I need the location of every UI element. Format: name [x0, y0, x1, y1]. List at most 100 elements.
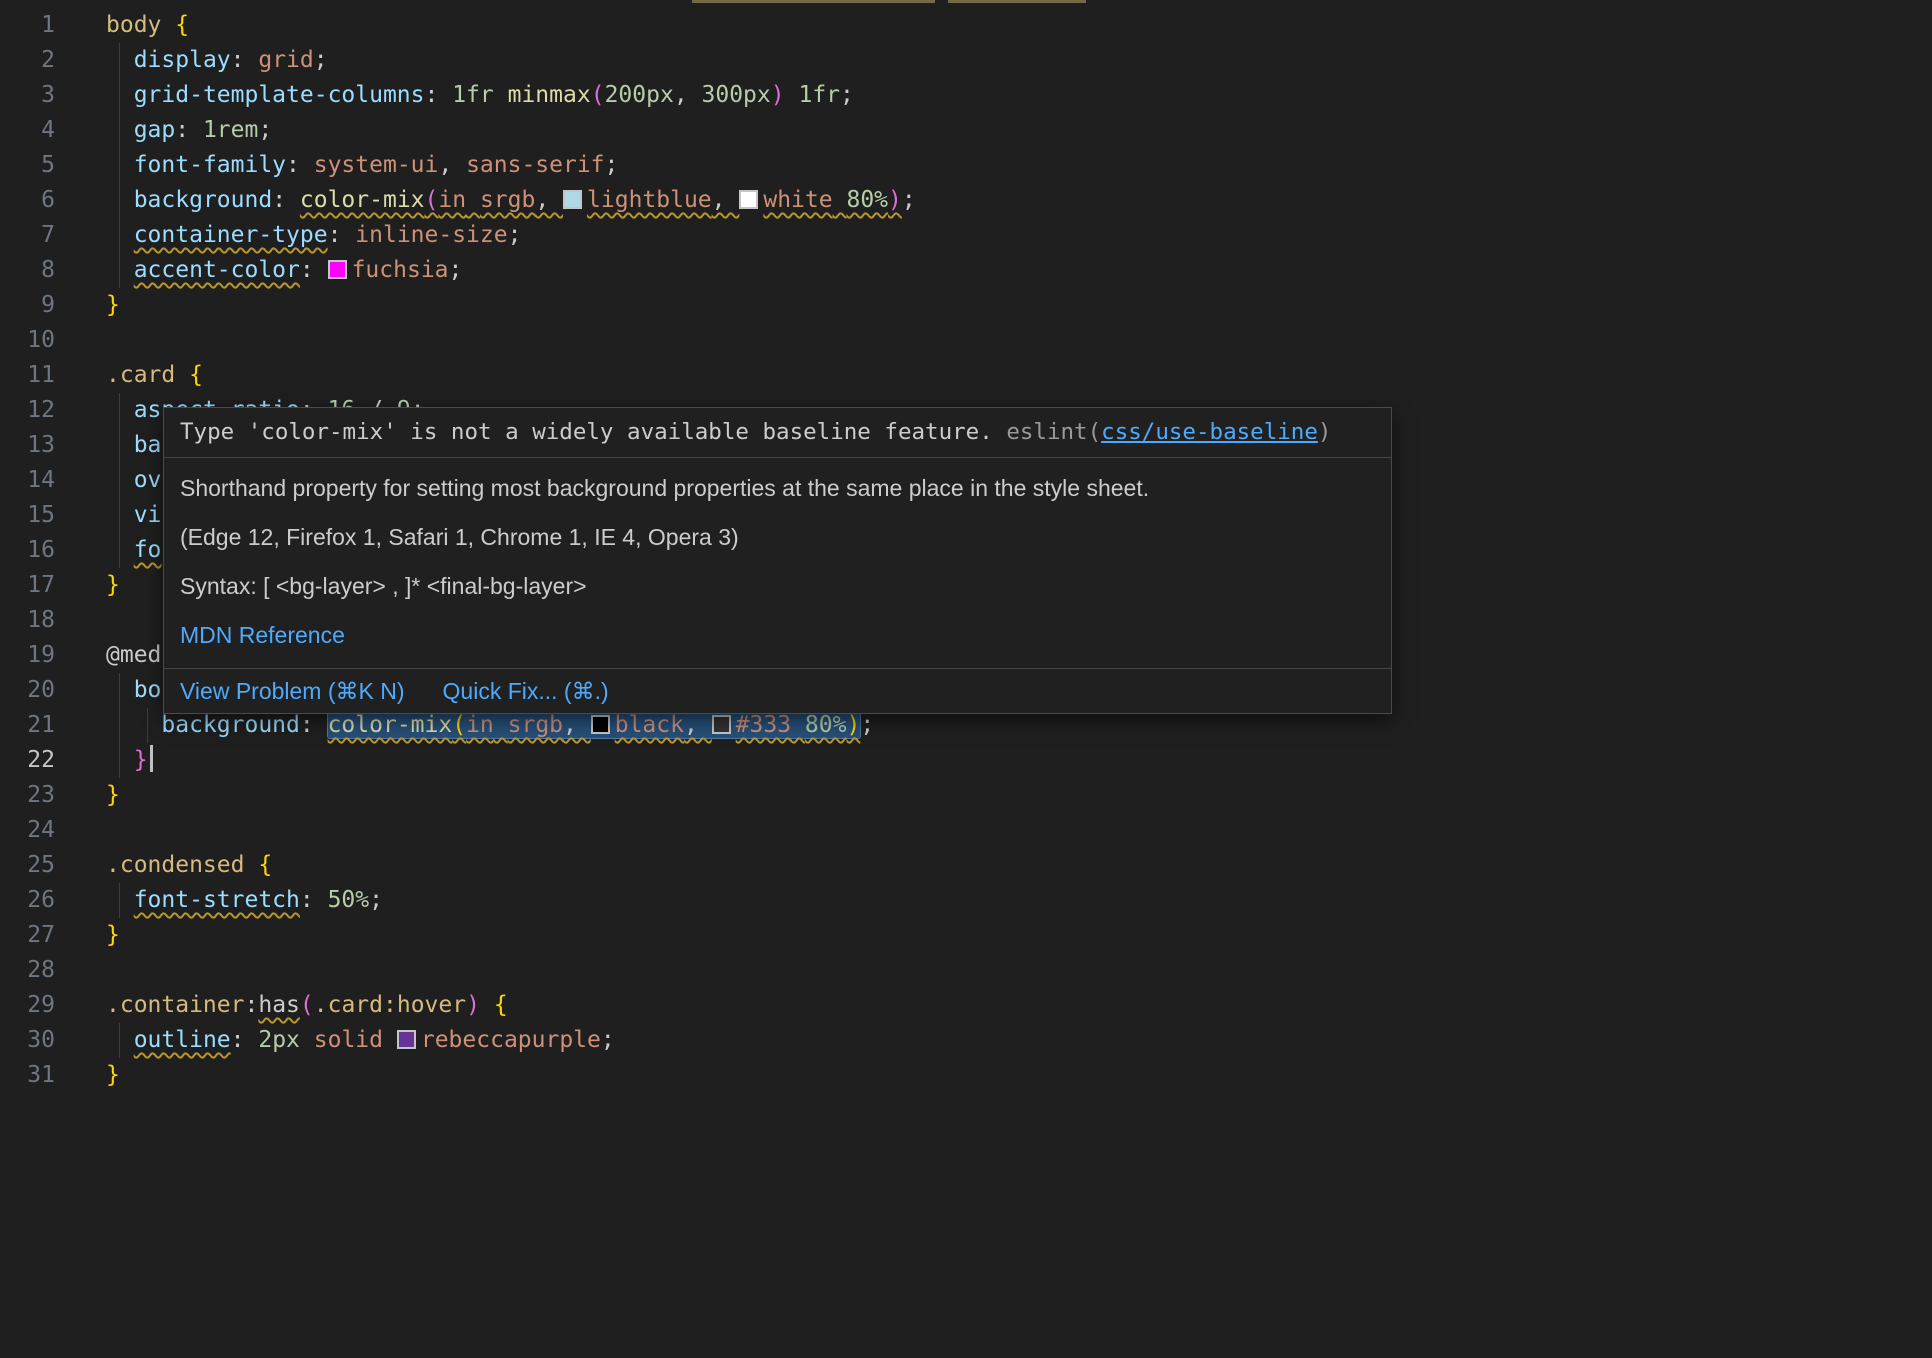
code-line[interactable]: 28 [0, 953, 1932, 988]
code-line[interactable]: 22 } [0, 743, 1932, 778]
line-number[interactable]: 10 [0, 323, 55, 358]
code-token: 1fr [452, 82, 494, 108]
hover-diagnostic-row: Type 'color-mix' is not a widely availab… [164, 408, 1391, 458]
code-line[interactable]: 10 [0, 323, 1932, 358]
line-number[interactable]: 16 [0, 533, 55, 568]
code-line[interactable]: 6 background: color-mix(in srgb, lightbl… [0, 183, 1932, 218]
line-number[interactable]: 14 [0, 463, 55, 498]
code-line[interactable]: 5 font-family: system-ui, sans-serif; [0, 148, 1932, 183]
code-token: display [134, 47, 231, 73]
code-content: } [55, 743, 153, 778]
code-token: color-mix [300, 187, 425, 213]
line-number[interactable]: 6 [0, 183, 55, 218]
line-number[interactable]: 23 [0, 778, 55, 813]
indent-guide [119, 533, 120, 568]
code-content: .card { [55, 358, 203, 393]
line-number[interactable]: 2 [0, 43, 55, 78]
code-token: ; [258, 117, 272, 143]
code-token: ; [601, 1027, 615, 1053]
indent-guide [119, 708, 120, 743]
line-number[interactable]: 25 [0, 848, 55, 883]
line-number[interactable]: 8 [0, 253, 55, 288]
line-number[interactable]: 31 [0, 1058, 55, 1093]
line-number[interactable]: 13 [0, 428, 55, 463]
line-number[interactable]: 19 [0, 638, 55, 673]
code-line[interactable]: 27} [0, 918, 1932, 953]
line-number[interactable]: 17 [0, 568, 55, 603]
code-token: solid [314, 1027, 383, 1053]
view-problem-action[interactable]: View Problem (⌘K N) [180, 678, 405, 705]
line-number[interactable]: 3 [0, 78, 55, 113]
line-number[interactable]: 26 [0, 883, 55, 918]
line-number[interactable]: 12 [0, 393, 55, 428]
line-number[interactable]: 18 [0, 603, 55, 638]
code-token: .condensed [106, 852, 258, 878]
line-number[interactable]: 9 [0, 288, 55, 323]
line-number[interactable]: 5 [0, 148, 55, 183]
code-token: font-family [134, 152, 286, 178]
doc-summary: Shorthand property for setting most back… [180, 464, 1375, 513]
code-line[interactable]: 29.container:has(.card:hover) { [0, 988, 1932, 1023]
code-token [480, 992, 494, 1018]
code-token: , [535, 187, 563, 213]
doc-browser-support: (Edge 12, Firefox 1, Safari 1, Chrome 1,… [180, 513, 1375, 562]
code-line[interactable]: 24 [0, 813, 1932, 848]
code-line[interactable]: 1body { [0, 8, 1932, 43]
code-content: @med [55, 638, 161, 673]
code-token: ( [591, 82, 605, 108]
quick-fix-action[interactable]: Quick Fix... (⌘.) [443, 678, 609, 705]
line-number[interactable]: 11 [0, 358, 55, 393]
code-line[interactable]: 8 accent-color: fuchsia; [0, 253, 1932, 288]
line-number[interactable]: 4 [0, 113, 55, 148]
line-number[interactable]: 20 [0, 673, 55, 708]
color-swatch[interactable] [397, 1030, 416, 1049]
color-swatch[interactable] [712, 715, 731, 734]
code-token: minmax [508, 82, 591, 108]
line-number[interactable]: 28 [0, 953, 55, 988]
code-token: outline [134, 1027, 231, 1053]
code-token [494, 82, 508, 108]
code-token: ) [846, 712, 860, 738]
code-line[interactable]: 9} [0, 288, 1932, 323]
code-token: { [494, 992, 508, 1018]
indent-guide [119, 113, 120, 148]
line-number[interactable]: 27 [0, 918, 55, 953]
line-number[interactable]: 22 [0, 743, 55, 778]
line-number[interactable]: 29 [0, 988, 55, 1023]
line-number[interactable]: 1 [0, 8, 55, 43]
code-line[interactable]: 11.card { [0, 358, 1932, 393]
code-token: ) [466, 992, 480, 1018]
code-content: } [55, 288, 120, 323]
code-content: outline: 2px solid rebeccapurple; [55, 1023, 615, 1058]
code-token: ba [134, 432, 162, 458]
diagnostic-rule-link[interactable]: css/use-baseline [1101, 419, 1318, 445]
code-content: } [55, 568, 120, 603]
code-line[interactable]: 4 gap: 1rem; [0, 113, 1932, 148]
code-token: { [175, 12, 189, 38]
code-line[interactable]: 7 container-type: inline-size; [0, 218, 1932, 253]
code-token: fuchsia [328, 257, 449, 283]
line-number[interactable]: 24 [0, 813, 55, 848]
code-line[interactable]: 31} [0, 1058, 1932, 1093]
color-swatch[interactable] [739, 190, 758, 209]
code-line[interactable]: 30 outline: 2px solid rebeccapurple; [0, 1023, 1932, 1058]
code-token: : [300, 257, 328, 283]
code-line[interactable]: 3 grid-template-columns: 1fr minmax(200p… [0, 78, 1932, 113]
code-line[interactable]: 26 font-stretch: 50%; [0, 883, 1932, 918]
mdn-reference-link[interactable]: MDN Reference [180, 611, 1375, 660]
line-number[interactable]: 7 [0, 218, 55, 253]
code-token [785, 82, 799, 108]
color-swatch[interactable] [563, 190, 582, 209]
code-token: has [258, 992, 300, 1018]
code-token: black [591, 712, 684, 738]
color-swatch[interactable] [591, 715, 610, 734]
code-line[interactable]: 23} [0, 778, 1932, 813]
code-content: } [55, 918, 120, 953]
line-number[interactable]: 21 [0, 708, 55, 743]
line-number[interactable]: 15 [0, 498, 55, 533]
line-number[interactable]: 30 [0, 1023, 55, 1058]
code-line[interactable]: 2 display: grid; [0, 43, 1932, 78]
color-swatch[interactable] [328, 260, 347, 279]
code-line[interactable]: 25.condensed { [0, 848, 1932, 883]
code-token: .container [106, 992, 244, 1018]
